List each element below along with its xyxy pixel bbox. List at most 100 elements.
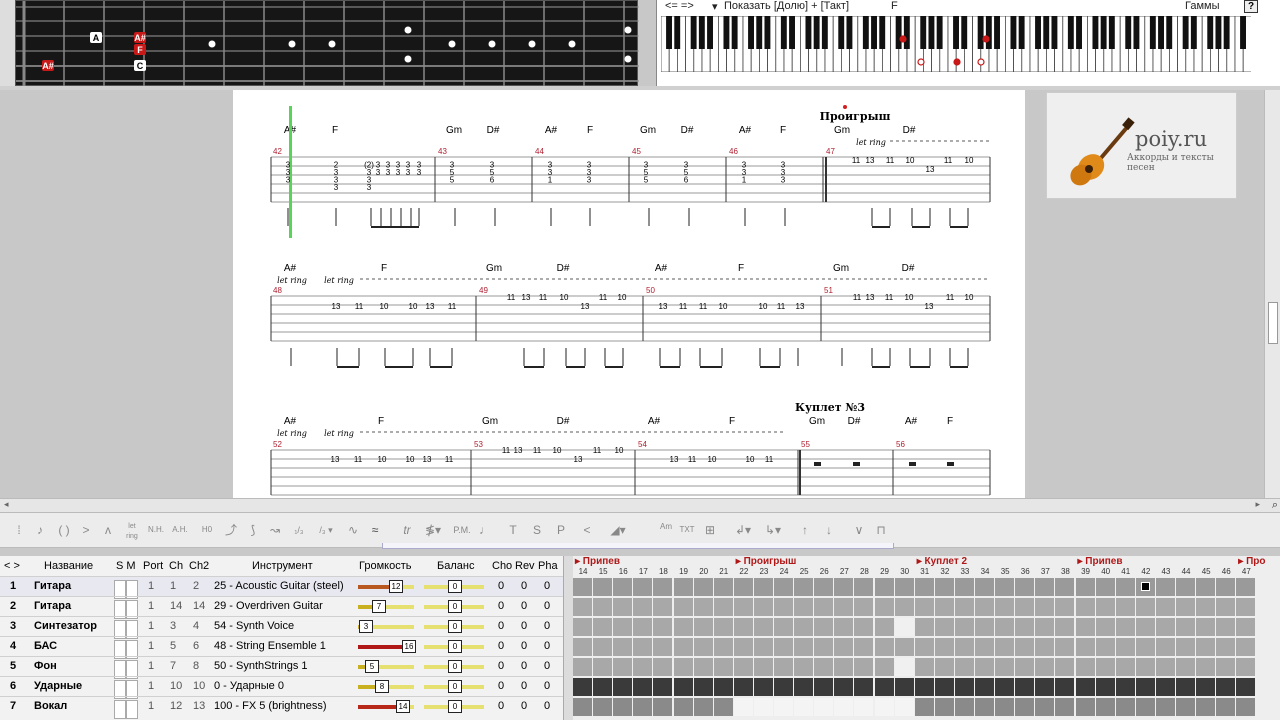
track-row[interactable]: 5 Фон 1 7 8 50 - SynthStrings 150000 xyxy=(0,656,563,679)
timeline-cell[interactable] xyxy=(753,618,773,636)
phaser-value[interactable]: 0 xyxy=(544,697,550,716)
timeline-cell[interactable] xyxy=(1236,658,1256,676)
timeline-cell[interactable] xyxy=(995,638,1015,656)
timeline-cell[interactable] xyxy=(1035,678,1055,696)
tab-fret-number[interactable]: 11 xyxy=(445,455,454,464)
tab-fret-number[interactable]: 11 xyxy=(539,293,548,302)
tab-fret-number[interactable]: 10 xyxy=(618,293,627,302)
piano-keyboard[interactable] xyxy=(661,16,1251,72)
timeline-cell[interactable] xyxy=(753,638,773,656)
timeline-cell[interactable] xyxy=(774,598,793,616)
tab-fret-number[interactable]: 11 xyxy=(448,302,457,311)
tab-fret-number[interactable]: 11 xyxy=(355,302,364,311)
timeline-track-row[interactable] xyxy=(573,577,1280,596)
timeline-track-row[interactable] xyxy=(573,697,1280,716)
tab-fret-number[interactable]: 11 xyxy=(688,455,697,464)
timeline-cell[interactable] xyxy=(713,638,733,656)
track-port[interactable]: 1 xyxy=(148,577,154,596)
timeline-cell[interactable] xyxy=(1155,658,1175,676)
timeline-cell[interactable] xyxy=(995,698,1015,716)
track-name[interactable]: Вокал xyxy=(34,697,67,716)
timeline-cell[interactable] xyxy=(1176,678,1195,696)
timeline-cell[interactable] xyxy=(713,658,733,676)
timeline-cell[interactable] xyxy=(834,638,854,656)
timeline-cell[interactable] xyxy=(814,598,834,616)
timeline-cell[interactable] xyxy=(1216,578,1236,596)
phaser-value[interactable]: 0 xyxy=(544,597,550,616)
timeline-cell[interactable] xyxy=(794,658,814,676)
piano-black-key[interactable] xyxy=(1133,16,1140,49)
track-channel[interactable]: 7 xyxy=(170,657,176,676)
timeline-cell[interactable] xyxy=(1155,638,1175,656)
tab-fret-number[interactable]: 11 xyxy=(593,446,602,455)
timeline-cell[interactable] xyxy=(834,658,854,676)
track-channel2[interactable]: 6 xyxy=(193,637,199,656)
natural-harmonic-button[interactable]: N.H. xyxy=(146,520,166,540)
timeline-track-row[interactable] xyxy=(573,657,1280,676)
timeline-cell[interactable] xyxy=(1035,618,1055,636)
scroll-right-icon[interactable]: ▸ xyxy=(1255,499,1260,510)
timeline-cell[interactable] xyxy=(934,598,954,616)
timeline-cell[interactable] xyxy=(794,638,814,656)
chord-name[interactable]: A# xyxy=(545,125,558,136)
timeline-cell[interactable] xyxy=(1216,658,1236,676)
track-channel2[interactable]: 14 xyxy=(193,597,205,616)
chorus-value[interactable]: 0 xyxy=(498,617,504,636)
tab-score-page[interactable]: A# F Gm D# A# F Gm D# A# F Gm D# 42 43 44 45 46 47 A# F Gm D#… xyxy=(233,90,1025,498)
chord-name[interactable]: D# xyxy=(557,263,570,274)
timeline-cell[interactable] xyxy=(814,658,834,676)
timeline-cell[interactable] xyxy=(914,578,934,596)
piano-black-key[interactable] xyxy=(862,16,869,49)
timeline-cell[interactable] xyxy=(1176,578,1195,596)
tab-fret-number[interactable]: 11 xyxy=(765,455,774,464)
timeline-cell[interactable] xyxy=(753,578,773,596)
timeline-cell[interactable] xyxy=(954,578,974,596)
timeline-cell[interactable] xyxy=(1095,658,1115,676)
timeline-cell[interactable] xyxy=(633,638,653,656)
track-instrument[interactable]: 100 - FX 5 (brightness) xyxy=(214,697,354,716)
slide-icon[interactable]: ⟆ xyxy=(244,520,262,540)
tab-fret-number[interactable]: 13 xyxy=(426,302,435,311)
timeline-cell[interactable] xyxy=(1135,618,1155,636)
timeline-cell[interactable] xyxy=(914,678,934,696)
timeline-cell[interactable] xyxy=(633,678,653,696)
piano-black-key[interactable] xyxy=(846,16,853,49)
tab-fret-number[interactable]: 10 xyxy=(380,302,389,311)
timeline-cell[interactable] xyxy=(854,658,874,676)
tab-fret-number[interactable]: 3 xyxy=(386,168,391,177)
timeline-cell[interactable] xyxy=(1095,698,1115,716)
timeline-cell[interactable] xyxy=(794,618,814,636)
piano-black-key[interactable] xyxy=(764,16,771,49)
timeline-cell[interactable] xyxy=(814,618,834,636)
piano-black-key[interactable] xyxy=(1092,16,1099,49)
heavy-accent-icon[interactable]: ʌ xyxy=(100,520,116,540)
bar-number[interactable]: 40 xyxy=(1096,567,1116,576)
timeline-cell[interactable] xyxy=(733,658,753,676)
scroll-left-icon[interactable]: ◂ xyxy=(4,499,9,510)
section-marker[interactable]: ▸ Про xyxy=(1238,556,1265,567)
header-name[interactable]: Название xyxy=(44,556,93,576)
timeline-cell[interactable] xyxy=(1075,658,1095,676)
timeline-cell[interactable] xyxy=(713,598,733,616)
volume-value[interactable]: 16 xyxy=(402,640,416,653)
timeline-cell[interactable] xyxy=(954,698,974,716)
mute-checkbox[interactable] xyxy=(126,700,138,719)
timeline-cell[interactable] xyxy=(1196,618,1216,636)
tab-fret-number[interactable]: 3 xyxy=(286,176,291,185)
timeline-cell[interactable] xyxy=(814,638,834,656)
bar-number[interactable]: 34 xyxy=(975,567,995,576)
bar-number[interactable]: 30 xyxy=(895,567,915,576)
toolbar-expand-handle[interactable] xyxy=(382,543,894,549)
track-row[interactable]: 3 Синтезатор 1 3 4 54 - Synth Voice 3 0 0 0 0 xyxy=(0,616,563,639)
timeline-cell[interactable] xyxy=(894,578,914,596)
tab-fret-number[interactable]: 10 xyxy=(708,455,717,464)
tab-fret-number[interactable]: 11 xyxy=(777,302,786,311)
phaser-value[interactable]: 0 xyxy=(544,637,550,656)
bar-number[interactable]: 31 xyxy=(915,567,935,576)
timeline-cell[interactable] xyxy=(1015,618,1035,636)
timeline-cell[interactable] xyxy=(613,598,633,616)
section-marker[interactable]: ▸ Припев xyxy=(1078,556,1123,567)
piano-black-key[interactable] xyxy=(838,16,845,49)
timeline-cell[interactable] xyxy=(995,678,1015,696)
timeline-cell[interactable] xyxy=(975,578,994,596)
